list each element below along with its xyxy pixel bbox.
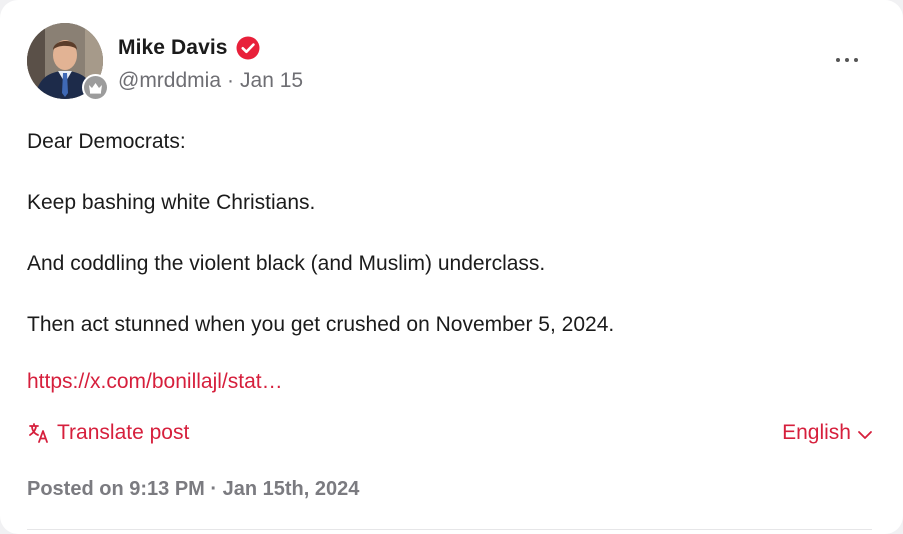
post-card: Mike Davis @mrddmia · Jan 15 Dear Democr… [0, 0, 903, 534]
more-options-icon[interactable] [827, 50, 867, 70]
translate-label: Translate post [57, 421, 190, 444]
post-link[interactable]: https://x.com/bonillajl/stat… [27, 370, 283, 394]
crown-badge [82, 74, 109, 101]
post-paragraph: Then act stunned when you get crushed on… [27, 313, 615, 336]
posted-timestamp: Posted on 9:13 PM · Jan 15th, 2024 [27, 478, 360, 500]
author-display-name[interactable]: Mike Davis [118, 36, 228, 60]
language-label: English [782, 421, 851, 444]
author-name-row: Mike Davis [118, 36, 260, 60]
post-paragraph: Keep bashing white Christians. [27, 191, 316, 214]
post-paragraph: And coddling the violent black (and Musl… [27, 252, 546, 275]
crown-badge-icon [84, 76, 107, 99]
post-header: Mike Davis @mrddmia · Jan 15 [27, 22, 877, 102]
author-meta: @mrddmia · Jan 15 [118, 69, 303, 93]
post-body: Dear Democrats: Keep bashing white Chris… [27, 127, 867, 371]
post-date[interactable]: Jan 15 [240, 69, 303, 93]
language-select[interactable]: English [782, 421, 873, 445]
author-handle[interactable]: @mrddmia [118, 69, 221, 93]
divider [27, 529, 872, 530]
meta-separator: · [227, 69, 235, 92]
post-paragraph: Dear Democrats: [27, 130, 186, 153]
verified-check-icon [236, 36, 260, 60]
translate-post-button[interactable]: Translate post [27, 421, 189, 445]
avatar[interactable] [27, 23, 109, 101]
translate-icon [27, 421, 51, 445]
chevron-down-icon [857, 425, 873, 441]
